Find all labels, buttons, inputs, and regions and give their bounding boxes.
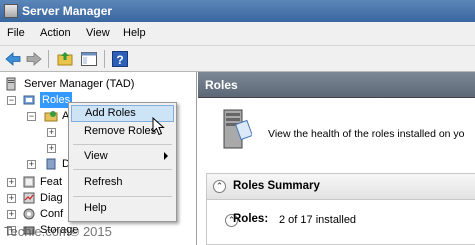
menu-help[interactable]: Help [123, 27, 146, 39]
roles-label: Roles: [233, 213, 269, 225]
forward-arrow-icon[interactable] [25, 50, 43, 68]
toolbar: ? [0, 46, 475, 72]
expand-icon[interactable]: + [47, 128, 56, 137]
roles-summary-header[interactable]: ⌃ Roles Summary [207, 174, 475, 200]
svg-text:?: ? [116, 53, 123, 67]
tree-label-diagnostics: Diag [40, 192, 63, 204]
help-icon[interactable]: ? [111, 50, 129, 68]
tree-item-root[interactable]: Server Manager (TAD) [4, 76, 194, 92]
menu-view[interactable]: View [86, 27, 110, 39]
server-tower-icon [223, 109, 252, 149]
menu-item-view[interactable]: View [71, 148, 174, 165]
title-bar: Server Manager [0, 0, 475, 22]
configuration-icon [23, 208, 35, 220]
up-folder-icon[interactable] [56, 50, 74, 68]
roles-count: 2 of 17 installed [279, 214, 357, 226]
roles-icon [23, 95, 35, 105]
server-manager-icon [4, 4, 18, 18]
menu-separator [73, 196, 172, 197]
menu-item-help[interactable]: Help [71, 200, 174, 217]
expand-icon[interactable]: + [7, 194, 16, 203]
toolbar-separator [48, 50, 49, 68]
collapse-icon[interactable]: − [7, 96, 16, 105]
menu-separator [73, 144, 172, 145]
watermark: Techie.com© 2015 [4, 224, 112, 239]
expand-icon[interactable]: + [7, 178, 16, 187]
menu-action[interactable]: Action [40, 27, 71, 39]
mouse-pointer-icon [152, 117, 165, 136]
server-manager-icon [6, 77, 16, 91]
features-icon [23, 176, 35, 188]
tree-label-configuration: Conf [40, 208, 64, 220]
roles-summary-title: Roles Summary [233, 180, 320, 192]
menu-item-refresh[interactable]: Refresh [71, 174, 174, 191]
expand-icon[interactable]: + [47, 144, 56, 153]
toolbar-separator [104, 50, 105, 68]
roles-description: View the health of the roles installed o… [268, 128, 465, 140]
menu-separator [73, 169, 172, 170]
details-pane: Roles View the health of the roles insta… [198, 72, 475, 245]
tree-label-root: Server Manager (TAD) [24, 78, 135, 90]
pane-title: Roles [205, 78, 238, 92]
role-server-icon [46, 158, 56, 170]
roles-overview: View the health of the roles installed o… [198, 98, 475, 168]
collapse-circle-icon[interactable]: ⌃ [213, 180, 226, 193]
diagnostics-icon [23, 192, 35, 204]
menu-bar: File Action View Help [0, 22, 475, 46]
submenu-arrow-icon [164, 152, 168, 160]
expand-icon[interactable]: + [7, 210, 16, 219]
menu-item-view-label: View [84, 150, 108, 162]
expand-icon[interactable]: + [27, 160, 36, 169]
role-folder-icon [44, 111, 58, 122]
tree-label-features: Feat [40, 176, 63, 188]
collapse-icon[interactable]: − [27, 112, 36, 121]
roles-summary-panel: ⌃ Roles Summary ⌃ Roles: 2 of 17 install… [206, 173, 475, 245]
back-arrow-icon[interactable] [4, 50, 22, 68]
menu-file[interactable]: File [7, 27, 25, 39]
pane-header: Roles [198, 72, 475, 98]
show-hide-console-tree-icon[interactable] [80, 50, 98, 68]
window-title: Server Manager [22, 4, 113, 18]
